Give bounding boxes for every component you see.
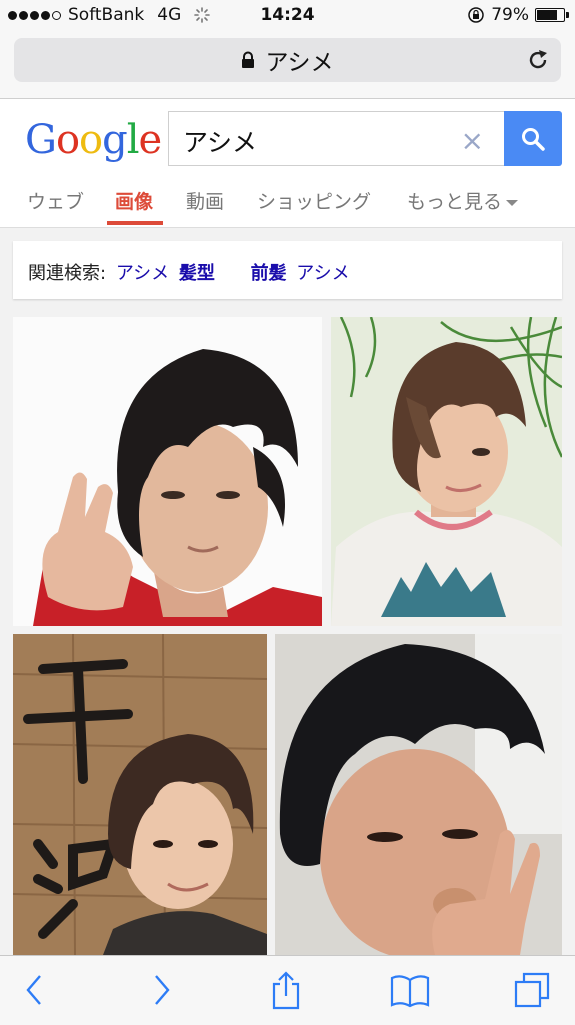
- address-bar[interactable]: アシメ: [14, 38, 561, 82]
- battery-icon: [535, 8, 569, 22]
- tabs-icon: [514, 972, 550, 1008]
- rotation-lock-icon: [468, 7, 484, 23]
- book-icon: [390, 975, 430, 1008]
- lock-icon: [242, 51, 255, 68]
- reload-icon[interactable]: [525, 47, 551, 73]
- status-right: 79%: [467, 5, 569, 25]
- caret-down-icon: [506, 199, 519, 206]
- browser-toolbar: [0, 955, 575, 1025]
- related-link-1[interactable]: アシメ 髪型: [116, 263, 221, 284]
- search-input[interactable]: アシメ ×: [168, 111, 504, 166]
- forward-button[interactable]: [140, 968, 184, 1012]
- tab-shopping[interactable]: ショッピング: [257, 187, 371, 214]
- battery-percent: 79%: [491, 5, 529, 25]
- google-header: Google アシメ × ウェブ 画像 動画 ショッピング もっと見る: [0, 99, 575, 228]
- back-button[interactable]: [12, 968, 56, 1012]
- tabs-button[interactable]: [510, 968, 554, 1012]
- chevron-left-icon: [26, 975, 41, 1005]
- tab-video[interactable]: 動画: [186, 187, 224, 214]
- share-icon: [272, 971, 300, 1010]
- image-result-1[interactable]: [13, 317, 322, 626]
- related-searches: 関連検索: アシメ 髪型 前髪 アシメ: [13, 241, 562, 299]
- search-icon: [522, 127, 545, 151]
- clear-icon[interactable]: ×: [461, 124, 484, 157]
- tab-images[interactable]: 画像: [115, 187, 153, 214]
- browser-chrome: アシメ: [0, 30, 575, 99]
- status-bar: SoftBank 4G 14:24 79%: [0, 0, 575, 30]
- active-tab-indicator: [107, 221, 163, 225]
- bookmarks-button[interactable]: [388, 968, 432, 1012]
- chevron-right-icon: [155, 975, 170, 1005]
- related-link-2[interactable]: 前髪 アシメ: [251, 263, 350, 284]
- google-logo[interactable]: Google: [25, 117, 162, 163]
- image-result-4[interactable]: [275, 634, 562, 955]
- tab-more[interactable]: もっと見る: [407, 187, 519, 214]
- share-button[interactable]: [264, 968, 308, 1012]
- image-result-3[interactable]: [13, 634, 267, 955]
- search-button[interactable]: [504, 111, 562, 166]
- address-text: アシメ: [265, 50, 334, 76]
- related-label: 関連検索:: [28, 263, 107, 284]
- search-query: アシメ: [183, 128, 258, 157]
- search-tabs: ウェブ 画像 動画 ショッピング もっと見る: [0, 179, 575, 226]
- image-result-2[interactable]: [331, 317, 562, 626]
- tab-web[interactable]: ウェブ: [27, 187, 84, 214]
